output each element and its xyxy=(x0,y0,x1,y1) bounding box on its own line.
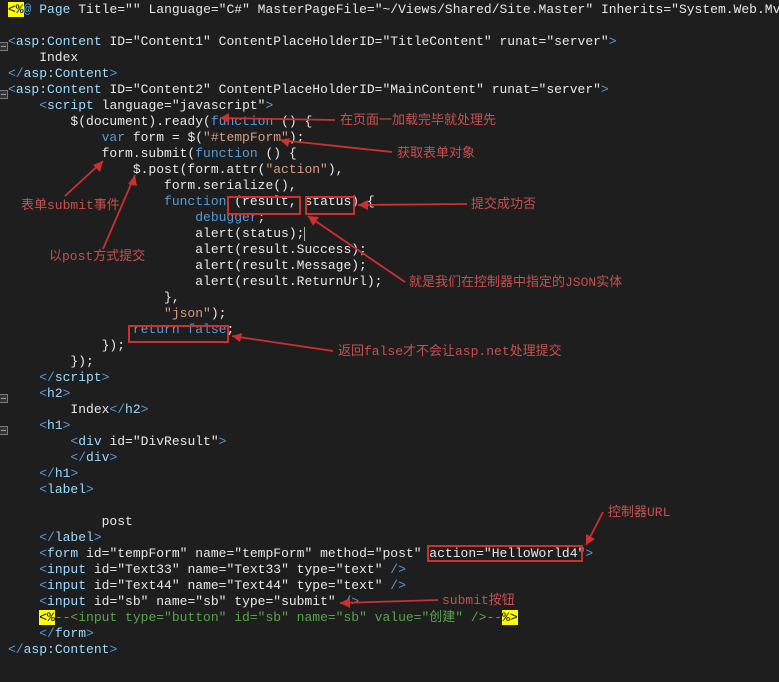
code-line: return false; xyxy=(0,322,779,338)
fold-marker[interactable] xyxy=(0,42,8,51)
annotation-text: 提交成功否 xyxy=(471,197,536,213)
text-cursor xyxy=(304,227,305,241)
fold-marker[interactable] xyxy=(0,394,8,403)
code-line: $.post(form.attr("action"), xyxy=(0,162,779,178)
code-line: <%@ Page Title="" Language="C#" MasterPa… xyxy=(0,2,779,18)
fold-marker[interactable] xyxy=(0,426,8,435)
code-line: </asp:Content> xyxy=(0,66,779,82)
code-line: <form id="tempForm" name="tempForm" meth… xyxy=(0,546,779,562)
annotation-text: 以post方式提交 xyxy=(49,249,145,265)
code-line: <input id="sb" name="sb" type="submit" /… xyxy=(0,594,779,610)
code-line: </asp:Content> xyxy=(0,642,779,658)
code-line xyxy=(0,18,779,34)
code-line: <script language="javascript"> xyxy=(0,98,779,114)
gutter xyxy=(0,0,6,682)
code-line: </h1> xyxy=(0,466,779,482)
annotation-text: 返回false才不会让asp.net处理提交 xyxy=(338,344,562,360)
code-line: <h2> xyxy=(0,386,779,402)
code-line: <div id="DivResult"> xyxy=(0,434,779,450)
code-line: </form> xyxy=(0,626,779,642)
fold-marker[interactable] xyxy=(0,90,8,99)
code-line: "json"); xyxy=(0,306,779,322)
annotation-text: 获取表单对象 xyxy=(397,146,475,162)
code-line: <label> xyxy=(0,482,779,498)
code-line: form.serialize(), xyxy=(0,178,779,194)
annotation-text: submit按钮 xyxy=(442,593,515,609)
code-line: <%--<input type="button" id="sb" name="s… xyxy=(0,610,779,626)
code-line: <asp:Content ID="Content2" ContentPlaceH… xyxy=(0,82,779,98)
annotation-text: 表单submit事件 xyxy=(21,198,120,214)
code-line: </script> xyxy=(0,370,779,386)
annotation-text: 就是我们在控制器中指定的JSON实体 xyxy=(409,275,622,291)
code-line: <input id="Text33" name="Text33" type="t… xyxy=(0,562,779,578)
code-line: Index xyxy=(0,50,779,66)
code-line: </label> xyxy=(0,530,779,546)
annotation-text: 控制器URL xyxy=(608,505,670,521)
code-line: <asp:Content ID="Content1" ContentPlaceH… xyxy=(0,34,779,50)
code-line: Index</h2> xyxy=(0,402,779,418)
annotation-text: 在页面一加载完毕就处理先 xyxy=(340,113,496,129)
code-line: form.submit(function () { xyxy=(0,146,779,162)
code-line: <input id="Text44" name="Text44" type="t… xyxy=(0,578,779,594)
code-area[interactable]: <%@ Page Title="" Language="C#" MasterPa… xyxy=(0,2,779,658)
code-line: alert(status); xyxy=(0,226,779,242)
code-line: var form = $("#tempForm"); xyxy=(0,130,779,146)
code-line: </div> xyxy=(0,450,779,466)
code-line: alert(result.ReturnUrl); xyxy=(0,274,779,290)
code-line: <h1> xyxy=(0,418,779,434)
code-line: }, xyxy=(0,290,779,306)
